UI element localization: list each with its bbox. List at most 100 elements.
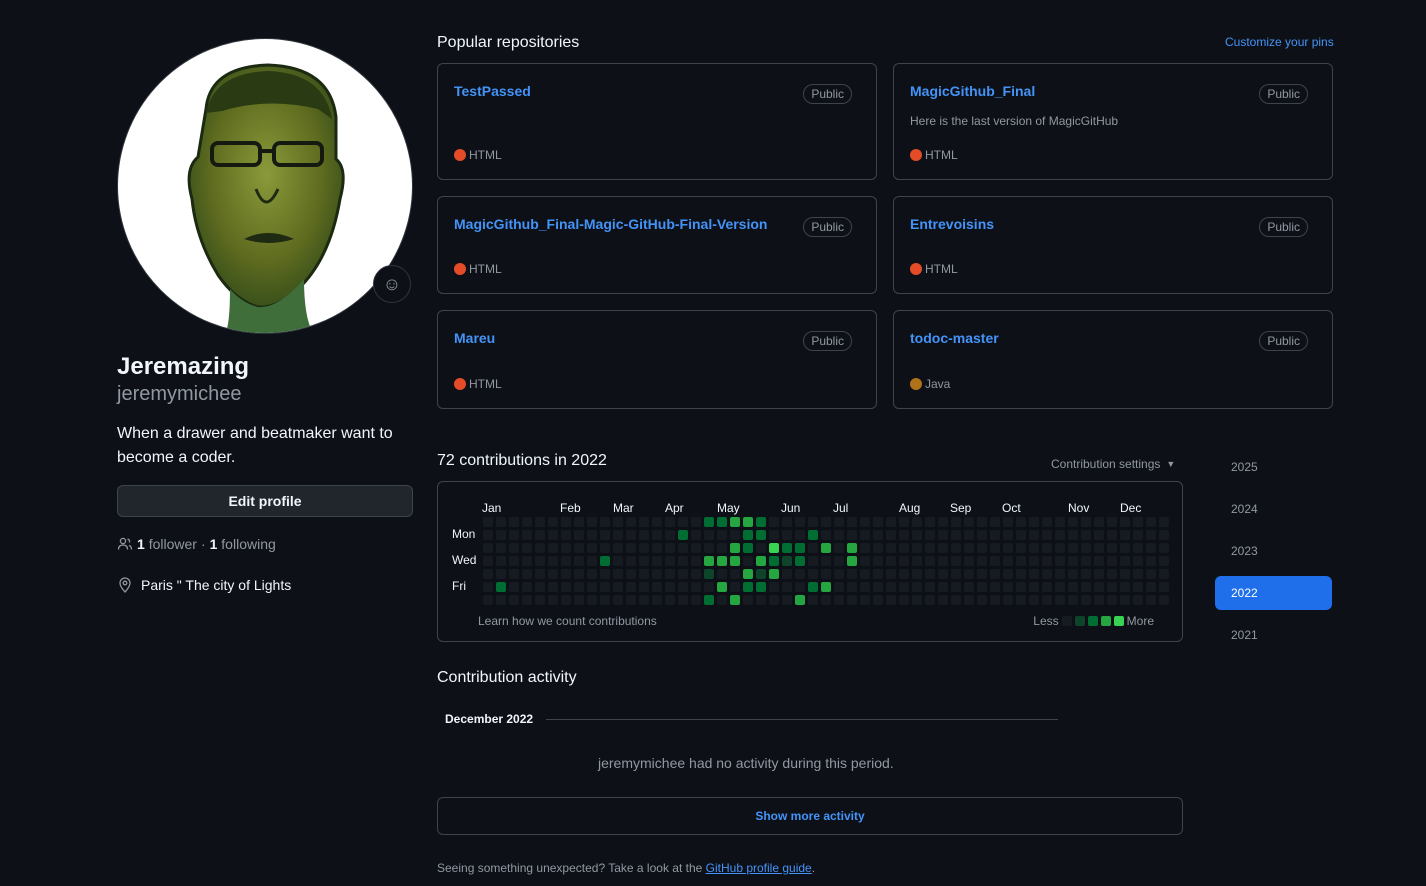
- repo-name-link[interactable]: MagicGithub_Final: [910, 83, 1035, 99]
- contribution-day-cell[interactable]: [1055, 543, 1065, 553]
- contribution-day-cell[interactable]: [704, 595, 714, 605]
- contribution-day-cell[interactable]: [860, 595, 870, 605]
- contribution-day-cell[interactable]: [1133, 517, 1143, 527]
- contribution-day-cell[interactable]: [1068, 556, 1078, 566]
- contribution-day-cell[interactable]: [626, 543, 636, 553]
- contribution-day-cell[interactable]: [600, 569, 610, 579]
- contribution-day-cell[interactable]: [626, 595, 636, 605]
- contribution-day-cell[interactable]: [600, 543, 610, 553]
- contribution-day-cell[interactable]: [912, 595, 922, 605]
- contribution-day-cell[interactable]: [1016, 556, 1026, 566]
- contribution-day-cell[interactable]: [1159, 595, 1169, 605]
- contribution-day-cell[interactable]: [1003, 556, 1013, 566]
- contribution-day-cell[interactable]: [1120, 582, 1130, 592]
- contribution-day-cell[interactable]: [483, 556, 493, 566]
- contribution-day-cell[interactable]: [496, 517, 506, 527]
- contribution-day-cell[interactable]: [509, 595, 519, 605]
- contribution-day-cell[interactable]: [1055, 569, 1065, 579]
- contribution-day-cell[interactable]: [626, 569, 636, 579]
- contribution-day-cell[interactable]: [691, 530, 701, 540]
- contribution-day-cell[interactable]: [951, 569, 961, 579]
- contribution-day-cell[interactable]: [938, 556, 948, 566]
- contribution-day-cell[interactable]: [1029, 543, 1039, 553]
- contribution-day-cell[interactable]: [665, 595, 675, 605]
- contribution-day-cell[interactable]: [782, 556, 792, 566]
- contribution-day-cell[interactable]: [1146, 530, 1156, 540]
- contribution-day-cell[interactable]: [834, 517, 844, 527]
- contribution-day-cell[interactable]: [847, 530, 857, 540]
- contribution-day-cell[interactable]: [704, 543, 714, 553]
- contribution-day-cell[interactable]: [509, 556, 519, 566]
- contribution-day-cell[interactable]: [548, 556, 558, 566]
- contribution-day-cell[interactable]: [938, 582, 948, 592]
- contribution-day-cell[interactable]: [652, 569, 662, 579]
- contribution-day-cell[interactable]: [1094, 530, 1104, 540]
- avatar[interactable]: [117, 38, 413, 334]
- contribution-day-cell[interactable]: [496, 595, 506, 605]
- contribution-day-cell[interactable]: [769, 595, 779, 605]
- year-link-2021[interactable]: 2021: [1215, 618, 1332, 652]
- contribution-day-cell[interactable]: [652, 595, 662, 605]
- contribution-day-cell[interactable]: [639, 530, 649, 540]
- contribution-day-cell[interactable]: [782, 595, 792, 605]
- contribution-day-cell[interactable]: [808, 569, 818, 579]
- contribution-day-cell[interactable]: [951, 582, 961, 592]
- contribution-day-cell[interactable]: [730, 556, 740, 566]
- year-link-2025[interactable]: 2025: [1215, 450, 1332, 484]
- contribution-day-cell[interactable]: [730, 530, 740, 540]
- contribution-day-cell[interactable]: [1120, 543, 1130, 553]
- contribution-day-cell[interactable]: [899, 556, 909, 566]
- contribution-day-cell[interactable]: [587, 530, 597, 540]
- contribution-day-cell[interactable]: [1159, 543, 1169, 553]
- contribution-day-cell[interactable]: [522, 517, 532, 527]
- contribution-day-cell[interactable]: [691, 517, 701, 527]
- contribution-day-cell[interactable]: [1133, 556, 1143, 566]
- contribution-day-cell[interactable]: [1159, 569, 1169, 579]
- contribution-day-cell[interactable]: [561, 556, 571, 566]
- contribution-day-cell[interactable]: [834, 543, 844, 553]
- contribution-day-cell[interactable]: [613, 556, 623, 566]
- contribution-day-cell[interactable]: [1068, 569, 1078, 579]
- contribution-day-cell[interactable]: [613, 530, 623, 540]
- contribution-day-cell[interactable]: [600, 595, 610, 605]
- contribution-day-cell[interactable]: [808, 530, 818, 540]
- contribution-day-cell[interactable]: [561, 517, 571, 527]
- contribution-day-cell[interactable]: [730, 517, 740, 527]
- contribution-day-cell[interactable]: [1146, 543, 1156, 553]
- contribution-day-cell[interactable]: [860, 530, 870, 540]
- contribution-day-cell[interactable]: [769, 569, 779, 579]
- contribution-day-cell[interactable]: [1003, 595, 1013, 605]
- contribution-day-cell[interactable]: [977, 595, 987, 605]
- contribution-day-cell[interactable]: [1042, 517, 1052, 527]
- contribution-day-cell[interactable]: [743, 517, 753, 527]
- contribution-day-cell[interactable]: [509, 582, 519, 592]
- contribution-day-cell[interactable]: [912, 582, 922, 592]
- contribution-day-cell[interactable]: [990, 595, 1000, 605]
- contribution-day-cell[interactable]: [587, 543, 597, 553]
- contribution-day-cell[interactable]: [743, 543, 753, 553]
- contribution-day-cell[interactable]: [1107, 595, 1117, 605]
- contribution-day-cell[interactable]: [665, 556, 675, 566]
- contribution-day-cell[interactable]: [652, 556, 662, 566]
- contribution-day-cell[interactable]: [665, 543, 675, 553]
- contribution-day-cell[interactable]: [1159, 582, 1169, 592]
- contribution-day-cell[interactable]: [1146, 582, 1156, 592]
- contribution-day-cell[interactable]: [1016, 582, 1026, 592]
- contribution-day-cell[interactable]: [912, 517, 922, 527]
- contribution-day-cell[interactable]: [769, 517, 779, 527]
- contribution-day-cell[interactable]: [483, 543, 493, 553]
- contribution-day-cell[interactable]: [925, 543, 935, 553]
- contribution-day-cell[interactable]: [717, 595, 727, 605]
- contribution-day-cell[interactable]: [912, 543, 922, 553]
- contribution-day-cell[interactable]: [886, 582, 896, 592]
- contribution-day-cell[interactable]: [652, 517, 662, 527]
- contribution-day-cell[interactable]: [938, 530, 948, 540]
- contribution-day-cell[interactable]: [496, 569, 506, 579]
- contribution-day-cell[interactable]: [886, 556, 896, 566]
- contribution-day-cell[interactable]: [678, 517, 688, 527]
- contribution-day-cell[interactable]: [1068, 530, 1078, 540]
- contribution-day-cell[interactable]: [990, 543, 1000, 553]
- contribution-day-cell[interactable]: [964, 556, 974, 566]
- contribution-day-cell[interactable]: [665, 582, 675, 592]
- contribution-day-cell[interactable]: [1081, 569, 1091, 579]
